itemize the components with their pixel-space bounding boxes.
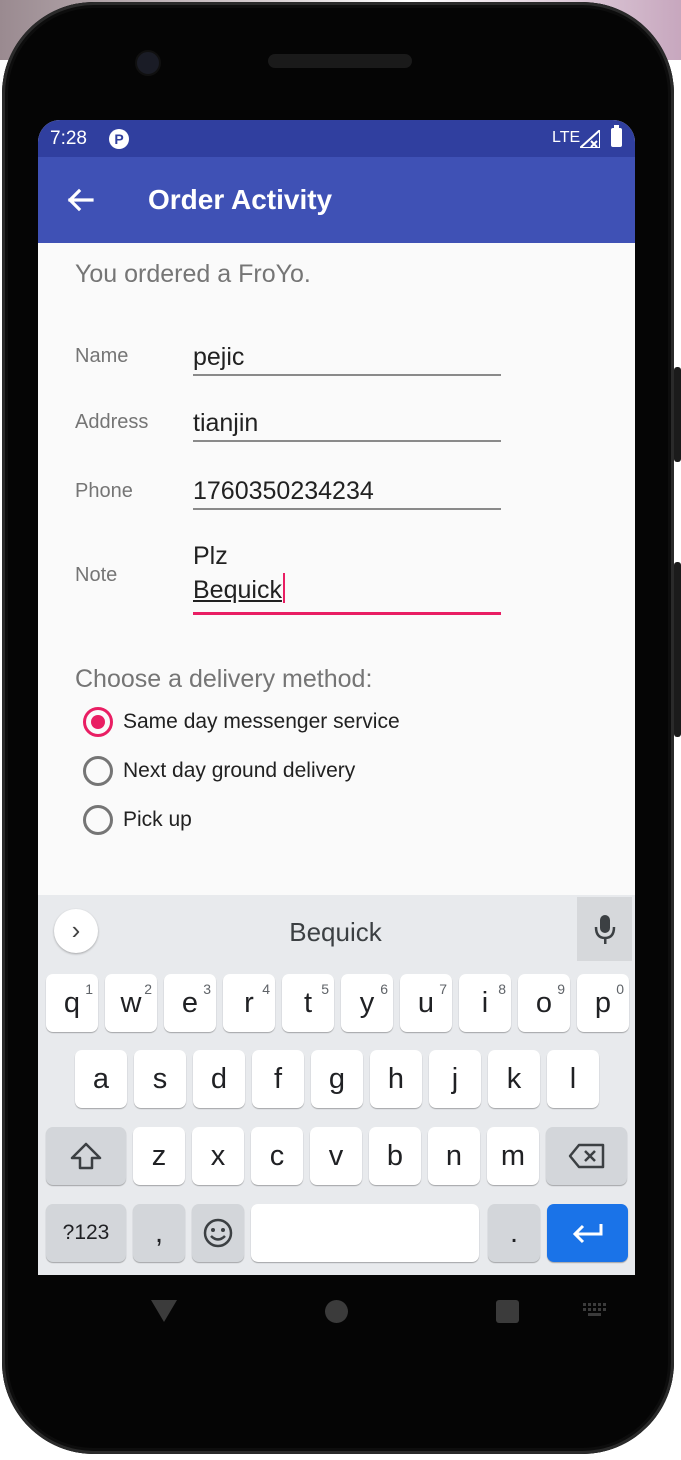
key-k[interactable]: k	[488, 1050, 540, 1108]
navigation-bar	[38, 1275, 635, 1347]
keyboard-switch-icon[interactable]	[583, 1303, 607, 1317]
key-number-hint: 3	[203, 981, 211, 997]
note-line-2: Bequick	[193, 576, 282, 604]
key-d[interactable]: d	[193, 1050, 245, 1108]
name-field[interactable]	[193, 340, 501, 376]
key-z[interactable]: z	[133, 1127, 185, 1185]
key-p[interactable]: p0	[577, 974, 629, 1032]
signal-icon	[580, 130, 600, 148]
emoji-icon[interactable]	[192, 1204, 244, 1262]
screen: 7:28 P LTE Order Activity You ordered a …	[38, 120, 635, 1275]
key-c[interactable]: c	[251, 1127, 303, 1185]
nav-home-icon[interactable]	[325, 1300, 348, 1323]
key-number-hint: 5	[321, 981, 329, 997]
microphone-icon[interactable]	[577, 897, 632, 961]
front-camera	[135, 50, 161, 76]
key-x[interactable]: x	[192, 1127, 244, 1185]
key-e[interactable]: e3	[164, 974, 216, 1032]
address-field[interactable]	[193, 406, 501, 442]
key-g[interactable]: g	[311, 1050, 363, 1108]
key-l[interactable]: l	[547, 1050, 599, 1108]
status-time: 7:28	[50, 128, 87, 149]
key-i[interactable]: i8	[459, 974, 511, 1032]
order-message: You ordered a FroYo.	[75, 260, 311, 288]
radio-label: Next day ground delivery	[123, 759, 356, 782]
volume-button	[674, 562, 681, 737]
note-line-1: Plz	[193, 542, 228, 570]
key-h[interactable]: h	[370, 1050, 422, 1108]
space-bar[interactable]	[251, 1204, 479, 1262]
nav-recents-icon[interactable]	[496, 1300, 519, 1323]
nav-back-icon[interactable]	[151, 1300, 177, 1322]
key-m[interactable]: m	[487, 1127, 539, 1185]
key-number-hint: 9	[557, 981, 565, 997]
note-field[interactable]: Plz Bequick	[193, 540, 501, 615]
symbols-key[interactable]: ?123	[46, 1204, 126, 1262]
phone-field[interactable]	[193, 474, 501, 510]
note-label: Note	[75, 564, 118, 586]
key-u[interactable]: u7	[400, 974, 452, 1032]
comma-key[interactable]: ,	[133, 1204, 185, 1262]
radio-button-checked[interactable]	[83, 707, 113, 737]
chevron-right-icon[interactable]: ›	[54, 909, 98, 953]
key-y[interactable]: y6	[341, 974, 393, 1032]
key-v[interactable]: v	[310, 1127, 362, 1185]
key-number-hint: 8	[498, 981, 506, 997]
key-n[interactable]: n	[428, 1127, 480, 1185]
battery-icon	[611, 125, 622, 147]
key-t[interactable]: t5	[282, 974, 334, 1032]
key-r[interactable]: r4	[223, 974, 275, 1032]
key-number-hint: 7	[439, 981, 447, 997]
earpiece-speaker	[268, 54, 412, 68]
key-f[interactable]: f	[252, 1050, 304, 1108]
notification-app-icon: P	[109, 129, 129, 149]
phone-label: Phone	[75, 480, 133, 502]
radio-label: Pick up	[123, 808, 192, 831]
word-suggestion[interactable]: Bequick	[238, 917, 433, 948]
key-w[interactable]: w2	[105, 974, 157, 1032]
key-number-hint: 6	[380, 981, 388, 997]
address-label: Address	[75, 411, 149, 433]
enter-icon[interactable]	[547, 1204, 628, 1262]
radio-button[interactable]	[83, 805, 113, 835]
arrow-back-icon[interactable]	[60, 180, 100, 220]
network-type: LTE	[552, 129, 581, 146]
key-j[interactable]: j	[429, 1050, 481, 1108]
radio-button[interactable]	[83, 756, 113, 786]
key-o[interactable]: o9	[518, 974, 570, 1032]
key-s[interactable]: s	[134, 1050, 186, 1108]
key-number-hint: 0	[616, 981, 624, 997]
key-b[interactable]: b	[369, 1127, 421, 1185]
key-number-hint: 2	[144, 981, 152, 997]
radio-label: Same day messenger service	[123, 710, 400, 733]
power-button	[674, 367, 681, 462]
backspace-icon[interactable]	[546, 1127, 627, 1185]
page-title: Order Activity	[148, 184, 333, 215]
key-number-hint: 1	[85, 981, 93, 997]
soft-keyboard: › Bequick q1w2e3r4t5y6u7i8o9p0 asdfghjkl…	[38, 895, 635, 1275]
shift-key[interactable]	[46, 1127, 126, 1185]
delivery-heading: Choose a delivery method:	[75, 665, 373, 693]
key-number-hint: 4	[262, 981, 270, 997]
status-bar: 7:28 P LTE	[38, 120, 635, 157]
name-label: Name	[75, 345, 129, 367]
period-key[interactable]: .	[488, 1204, 540, 1262]
key-a[interactable]: a	[75, 1050, 127, 1108]
app-bar: Order Activity	[38, 157, 635, 243]
key-q[interactable]: q1	[46, 974, 98, 1032]
text-cursor	[282, 573, 285, 603]
